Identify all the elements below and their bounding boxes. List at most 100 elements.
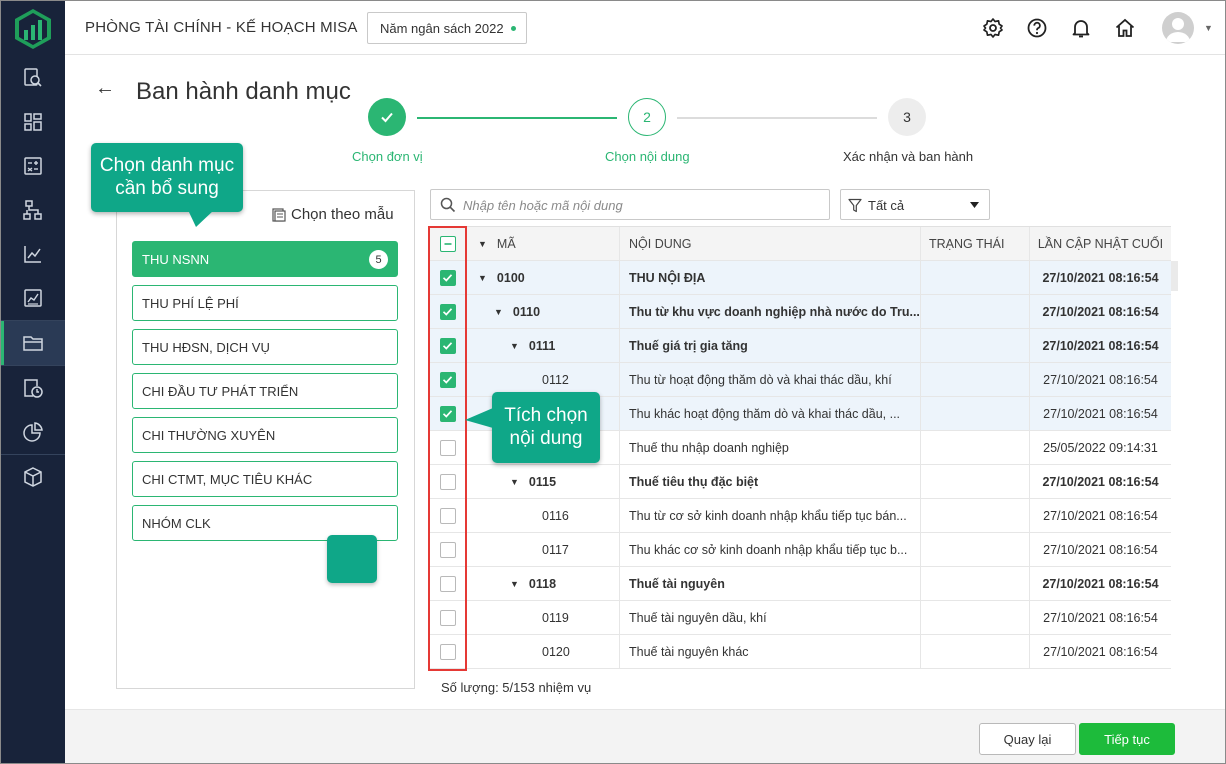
row-checkbox[interactable] [439, 269, 456, 286]
row-checkbox[interactable] [439, 575, 456, 592]
expand-caret-icon[interactable]: ▼ [494, 307, 503, 317]
search-input[interactable] [463, 196, 823, 214]
row-code-cell: ▼ 0100 [466, 261, 620, 294]
callout-pointer [188, 210, 214, 227]
row-status [921, 533, 1030, 566]
column-header-content[interactable]: NỘI DUNG [620, 227, 921, 260]
column-header-status[interactable]: TRẠNG THÁI [921, 227, 1030, 260]
table-row[interactable]: ▼ 0100 THU NỘI ĐỊA 27/10/2021 08:16:54 [429, 261, 1171, 295]
column-header-updated[interactable]: LẦN CẬP NHẬT CUỐI [1030, 227, 1171, 260]
nav-chart[interactable] [1, 232, 65, 276]
template-icon [272, 207, 286, 222]
back-button[interactable]: Quay lại [979, 723, 1076, 755]
row-checkbox[interactable] [439, 405, 456, 422]
table-row[interactable]: ▼ 0110 Thu từ khu vực doanh nghiệp nhà nướ… [429, 295, 1171, 329]
expand-caret-icon[interactable]: ▼ [510, 579, 519, 589]
expand-caret-icon[interactable]: ▼ [478, 273, 487, 283]
help-button[interactable] [1024, 15, 1050, 41]
nav-pie[interactable] [1, 410, 65, 454]
row-content: Thuế thu nhập doanh nghiệp [620, 431, 921, 464]
filter-value: Tất cả [868, 198, 905, 213]
callout-choose-category: Chọn danh mục cần bổ sung [91, 143, 243, 212]
expand-caret-icon[interactable]: ▼ [510, 341, 519, 351]
row-status [921, 601, 1030, 634]
nav-calculator[interactable] [1, 144, 65, 188]
category-label: NHÓM CLK [142, 515, 211, 531]
row-checkbox[interactable] [439, 643, 456, 660]
table-row[interactable]: 0120 Thuế tài nguyên khác 27/10/2021 08:16… [429, 635, 1171, 669]
chevron-down-icon[interactable]: ▼ [1204, 23, 1213, 33]
check-icon [381, 112, 393, 123]
hierarchy-icon [23, 200, 42, 220]
table-row[interactable]: ▼ 0118 Thuế tài nguyên 27/10/2021 08:16:54 [429, 567, 1171, 601]
row-code: 0112 [542, 372, 569, 387]
step-1-label: Chọn đơn vị [352, 149, 423, 164]
choose-template-link[interactable]: Chọn theo mẫu [271, 206, 394, 223]
check-icon [442, 308, 453, 316]
check-icon [442, 376, 453, 384]
row-checkbox[interactable] [439, 609, 456, 626]
category-item-chi-thuong-xuyen[interactable]: CHI THƯỜNG XUYÊN [132, 417, 398, 453]
category-item-thu-phi-le-phi[interactable]: THU PHÍ LỆ PHÍ [132, 285, 398, 321]
row-content: Thuế tài nguyên khác [620, 635, 921, 668]
row-checkbox[interactable] [439, 371, 456, 388]
category-item-thu-nsnn[interactable]: THU NSNN 5 [132, 241, 398, 277]
settings-button[interactable] [980, 15, 1006, 41]
row-updated: 27/10/2021 08:16:54 [1042, 304, 1159, 319]
table-row[interactable]: 0116 Thu từ cơ sở kinh doanh nhập khẩu ti… [429, 499, 1171, 533]
category-item-chi-dtpt[interactable]: CHI ĐẦU TƯ PHÁT TRIỂN [132, 373, 398, 409]
calculator-icon [24, 157, 42, 175]
table-scrollbar[interactable] [1171, 261, 1178, 291]
step-connector [677, 117, 877, 119]
row-checkbox-cell [429, 295, 466, 328]
nav-hierarchy[interactable] [1, 188, 65, 232]
search-box[interactable] [430, 189, 830, 220]
back-arrow-icon[interactable]: ← [95, 77, 115, 100]
row-checkbox[interactable] [439, 507, 456, 524]
row-content: Thuế giá trị gia tăng [620, 329, 921, 362]
nav-dashboard[interactable] [1, 100, 65, 144]
select-all-checkbox[interactable] [439, 235, 456, 252]
chart-line-icon [24, 246, 41, 263]
home-button[interactable] [1112, 15, 1138, 41]
clock-document-icon [24, 379, 43, 398]
row-status [921, 329, 1030, 362]
row-checkbox[interactable] [439, 337, 456, 354]
row-code-cell: ▼ 0111 [466, 329, 620, 362]
row-checkbox[interactable] [439, 473, 456, 490]
nav-report[interactable] [1, 276, 65, 320]
row-code-cell: 0117 [466, 533, 620, 566]
row-checkbox[interactable] [439, 303, 456, 320]
expand-caret-icon[interactable]: ▼ [510, 477, 519, 487]
status-filter-select[interactable]: Tất cả [840, 189, 990, 220]
row-updated: 27/10/2021 08:16:54 [1042, 474, 1159, 489]
step-2-circle: 2 [628, 98, 666, 136]
collapse-all-caret-icon[interactable]: ▼ [478, 239, 487, 249]
category-item-chi-ctmt[interactable]: CHI CTMT, MỤC TIÊU KHÁC [132, 461, 398, 497]
category-item-thu-hdsn[interactable]: THU HĐSN, DỊCH VỤ [132, 329, 398, 365]
row-checkbox[interactable] [439, 541, 456, 558]
table-row[interactable]: 0119 Thuế tài nguyên dầu, khí 27/10/2021 0… [429, 601, 1171, 635]
row-content: Thuế tài nguyên dầu, khí [620, 601, 921, 634]
row-updated: 27/10/2021 08:16:54 [1043, 610, 1158, 625]
row-code: 0115 [528, 474, 557, 489]
row-code-cell: ▼ 0115 [466, 465, 620, 498]
row-status [921, 363, 1030, 396]
table-row[interactable]: ▼ 0111 Thuế giá trị gia tăng 27/10/2021 08:… [429, 329, 1171, 363]
table-row[interactable]: ▼ 0115 Thuế tiêu thụ đặc biệt 27/10/2021 08… [429, 465, 1171, 499]
callout-pointer [465, 408, 493, 428]
indeterminate-icon [444, 242, 451, 245]
budget-year-select[interactable]: Năm ngân sách 2022 [367, 12, 527, 44]
nav-schedule[interactable] [1, 366, 65, 410]
user-avatar[interactable] [1162, 12, 1194, 44]
continue-button[interactable]: Tiếp tục [1079, 723, 1175, 755]
folder-icon [23, 336, 43, 351]
nav-catalog[interactable] [1, 321, 65, 365]
notification-button[interactable] [1068, 15, 1094, 41]
row-checkbox[interactable] [439, 439, 456, 456]
nav-package[interactable] [1, 455, 65, 499]
status-dot-icon [511, 26, 516, 31]
column-header-code[interactable]: ▼ MÃ [466, 227, 620, 260]
table-row[interactable]: 0117 Thu khác cơ sở kinh doanh nhập khẩu … [429, 533, 1171, 567]
nav-search[interactable] [1, 56, 65, 100]
